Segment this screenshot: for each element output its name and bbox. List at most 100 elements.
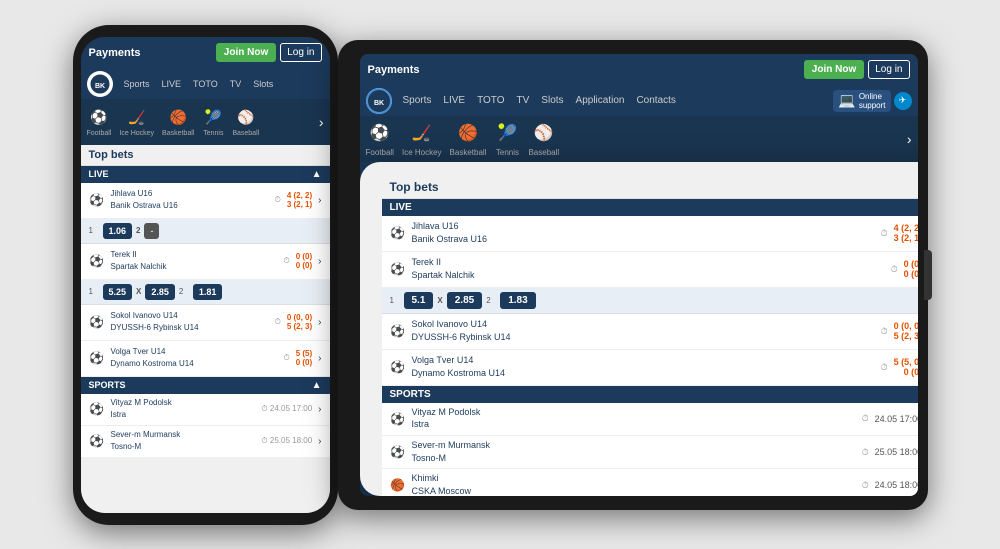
phone-nav-live[interactable]: LIVE [157, 77, 187, 91]
phone-match-arrow-4[interactable]: › [318, 353, 321, 364]
tablet-sport-tennis-label: Tennis [496, 148, 519, 157]
phone-sport-football[interactable]: ⚽ Football [87, 106, 112, 137]
phone-nav-bar: BK Sports LIVE TOTO TV Slots [81, 69, 330, 99]
phone-sport-teams-1: Vityaz M Podolsk Istra [111, 398, 256, 420]
tablet-match-info-4: ⏱ [881, 362, 888, 373]
phone-login-button[interactable]: Log in [280, 43, 321, 62]
tablet-match-soccer-icon-2: ⚽ [390, 262, 406, 276]
phone-sport-match-icon-1: ⚽ [89, 402, 105, 416]
phone-nav-toto[interactable]: TOTO [188, 77, 223, 91]
phone-device: Payments Join Now Log in BK Sports LIVE … [73, 25, 338, 525]
phone-sport-football-label: Football [87, 130, 112, 137]
tablet-sport-icehockey[interactable]: 🏒 Ice Hockey [402, 120, 442, 157]
phone-odd-btn-v2-2[interactable]: 1.81 [193, 284, 223, 300]
tablet-odd-btn-v2[interactable]: 1.83 [500, 292, 535, 309]
tennis-icon: 🎾 [202, 106, 224, 128]
phone-match-arrow-1[interactable]: › [318, 195, 321, 206]
tablet-sport-match-3: 🏀 Khimki CSKA Moscow ⏱ 24.05 18:00 › [382, 469, 918, 495]
tablet-team1-4: Volga Tver U14 [412, 355, 875, 367]
tablet-team2-4: Dynamo Kostroma U14 [412, 368, 875, 380]
phone-sport-arrow-1[interactable]: › [318, 404, 321, 415]
tablet-odds-row-2: 1 5.1 X 2.85 2 1.83 [382, 288, 918, 314]
tablet-match-teams-4: Volga Tver U14 Dynamo Kostroma U14 [412, 355, 875, 379]
tablet-team1-2: Terek II [412, 257, 885, 269]
tablet-live-header: LIVE ▲ [382, 199, 918, 216]
tablet-odd-btn-x[interactable]: 2.85 [447, 292, 482, 309]
tablet-basketball-icon: 🏀 [455, 120, 481, 146]
tablet-nav-slots[interactable]: Slots [536, 93, 568, 108]
tablet-sport-time-1: 24.05 17:00 [875, 414, 918, 424]
phone-nav-tv[interactable]: TV [225, 77, 247, 91]
tablet-match-soccer-icon-4: ⚽ [390, 360, 406, 374]
phone-match-arrow-3[interactable]: › [318, 317, 321, 328]
phone-sport-basketball[interactable]: 🏀 Basketball [162, 106, 194, 137]
tablet-nav-contacts[interactable]: Contacts [631, 93, 680, 108]
phone-match-soccer-icon-4: ⚽ [89, 351, 105, 365]
tablet-nav-toto[interactable]: TOTO [472, 93, 509, 108]
tablet-team2-1: Banik Ostrava U16 [412, 234, 875, 246]
phone-odd-btn-v1-2[interactable]: 5.25 [103, 284, 133, 300]
tablet-sports-bar-arrow[interactable]: › [907, 131, 912, 147]
tablet-sport-baseball-label: Baseball [528, 148, 559, 157]
phone-sport-match-2: ⚽ Sever-m Murmansk Tosno-M ⏱ 25.05 18:00… [81, 426, 330, 458]
tablet-support-box[interactable]: 💻 Onlinesupport [833, 90, 890, 112]
tablet-sport-football[interactable]: ⚽ Football [366, 120, 394, 157]
phone-sport-tennis-label: Tennis [203, 130, 223, 137]
phone-sports-label: SPORTS [89, 380, 126, 390]
phone-header-buttons: Join Now Log in [216, 43, 322, 62]
tablet-sport-basketball[interactable]: 🏀 Basketball [450, 120, 487, 157]
phone-sport-team2-1: Istra [111, 410, 256, 420]
tablet-match-row-1: ⚽ Jihlava U16 Banik Ostrava U16 ⏱ 4 (2, … [382, 216, 918, 252]
tablet-sport-icehockey-label: Ice Hockey [402, 148, 442, 157]
phone-match-teams-4: Volga Tver U14 Dynamo Kostroma U14 [111, 347, 278, 369]
phone-join-button[interactable]: Join Now [216, 43, 276, 62]
telegram-icon[interactable]: ✈ [894, 92, 912, 110]
tablet-icehockey-icon: 🏒 [409, 120, 435, 146]
tablet-sports-label: SPORTS [390, 389, 431, 400]
phone-sport-arrow-2[interactable]: › [318, 436, 321, 447]
tablet-team2-2: Spartak Nalchik [412, 270, 885, 282]
phone-match-soccer-icon-2: ⚽ [89, 254, 105, 268]
tablet-sport-match-icon-1: ⚽ [390, 412, 406, 426]
phone-sport-info-2: ⏱ 25.05 18:00 [261, 436, 312, 446]
phone-odd-btn-1[interactable]: 1.06 [103, 223, 133, 239]
tablet-sport-match-icon-3: 🏀 [390, 478, 406, 492]
phone-sports-arrow: ▲ [312, 380, 322, 391]
tablet-sport-baseball[interactable]: ⚾ Baseball [528, 120, 559, 157]
tablet-nav-sports[interactable]: Sports [398, 93, 437, 108]
tablet-nav-logo: BK [366, 88, 392, 114]
tablet-content: Top bets LIVE ▲ ⚽ Jihlava U16 Banik Ostr… [360, 162, 918, 496]
tablet-sport-match-1: ⚽ Vityaz M Podolsk Istra ⏱ 24.05 17:00 › [382, 403, 918, 436]
tablet-football-icon: ⚽ [367, 120, 393, 146]
phone-sport-baseball[interactable]: ⚾ Baseball [232, 106, 259, 137]
tablet-live-label: LIVE [390, 202, 412, 213]
phone-team1-2: Terek II [111, 250, 278, 260]
phone-match-row: ⚽ Jihlava U16 Banik Ostrava U16 ⏱ 4 (2, … [81, 183, 330, 219]
tablet-nav-live[interactable]: LIVE [438, 93, 470, 108]
phone-nav-sports[interactable]: Sports [119, 77, 155, 91]
phone-odd-btn-x-2[interactable]: 2.85 [145, 284, 175, 300]
phone-sport-match-icon-2: ⚽ [89, 434, 105, 448]
tablet-power-button[interactable] [924, 250, 932, 300]
phone-odd-dash-1[interactable]: - [144, 223, 159, 239]
phone-odd-score-1: 4 (2, 2)3 (2, 1) [287, 191, 312, 209]
tablet-nav-tv[interactable]: TV [512, 93, 535, 108]
tablet-login-button[interactable]: Log in [868, 60, 909, 79]
phone-sport-tennis[interactable]: 🎾 Tennis [202, 106, 224, 137]
phone-sport-team2-2: Tosno-M [111, 442, 256, 452]
phone-sports-bar-arrow[interactable]: › [319, 114, 324, 130]
tablet-sport-tennis[interactable]: 🎾 Tennis [494, 120, 520, 157]
tablet-sport-time-2: 25.05 18:00 [875, 447, 918, 457]
tablet-header-title: Payments [368, 64, 420, 76]
phone-sport-icehockey[interactable]: 🏒 Ice Hockey [119, 106, 154, 137]
phone-match-arrow-2[interactable]: › [318, 256, 321, 267]
phone-team1-1: Jihlava U16 [111, 189, 269, 199]
phone-team2-4: Dynamo Kostroma U14 [111, 359, 278, 369]
phone-nav-slots[interactable]: Slots [248, 77, 278, 91]
phone-match-teams-2: Terek II Spartak Nalchik [111, 250, 278, 272]
phone-top-bets-title: Top bets [81, 145, 330, 166]
tablet-join-button[interactable]: Join Now [804, 60, 864, 79]
tablet-nav-application[interactable]: Application [571, 93, 630, 108]
phone-match-row-3: ⚽ Sokol Ivanovo U14 DYUSSH-6 Rybinsk U14… [81, 305, 330, 341]
tablet-odd-btn-v1[interactable]: 5.1 [404, 292, 434, 309]
